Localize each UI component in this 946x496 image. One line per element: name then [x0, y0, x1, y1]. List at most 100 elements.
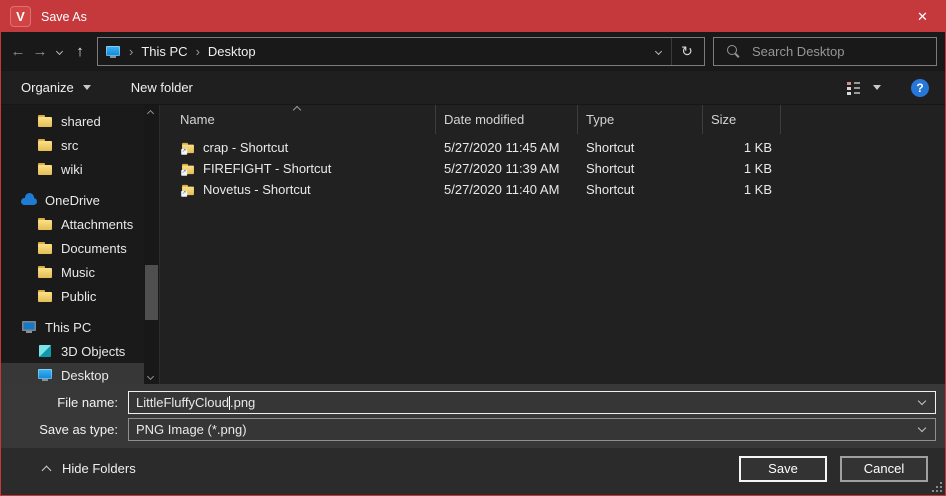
breadcrumb-separator: › — [129, 44, 133, 59]
3d-objects-cube-icon — [37, 343, 53, 359]
sidebar-item-label: Attachments — [61, 217, 133, 232]
folder-icon — [37, 240, 53, 256]
save-as-dialog: V Save As ✕ ← → ↑ › This PC › Desktop ↻ … — [0, 0, 946, 496]
chevron-down-icon — [55, 48, 62, 55]
recent-locations-button[interactable] — [51, 40, 67, 64]
search-icon — [726, 44, 742, 60]
back-button[interactable]: ← — [7, 40, 29, 64]
main-area: shared src wiki OneDrive Attachments Doc… — [1, 105, 945, 384]
sidebar-item-label: shared — [61, 114, 101, 129]
sidebar-item-attachments[interactable]: Attachments — [1, 212, 144, 236]
file-name-cell: Novetus - Shortcut — [160, 182, 436, 198]
file-date-cell: 5/27/2020 11:40 AM — [436, 182, 578, 197]
close-button[interactable]: ✕ — [900, 1, 945, 32]
sidebar-item-label: This PC — [45, 320, 91, 335]
file-name-value-before-caret: LittleFluffyCloud — [136, 395, 229, 410]
sidebar-item-src[interactable]: src — [1, 133, 144, 157]
folder-tree-sidebar: shared src wiki OneDrive Attachments Doc… — [1, 105, 144, 384]
folder-shortcut-icon — [181, 162, 195, 176]
chevron-down-icon — [654, 48, 661, 55]
up-button[interactable]: ↑ — [69, 40, 91, 64]
this-pc-icon — [21, 319, 37, 335]
chevron-up-icon — [42, 465, 52, 475]
folder-shortcut-icon — [181, 141, 195, 155]
view-options-dropdown[interactable] — [873, 85, 881, 90]
file-size-cell: 1 KB — [703, 161, 781, 176]
chevron-down-icon[interactable] — [918, 397, 926, 405]
file-name-text: FIREFIGHT - Shortcut — [203, 161, 331, 176]
save-as-type-select[interactable]: PNG Image (*.png) — [128, 418, 936, 441]
sidebar-scrollbar[interactable] — [144, 105, 159, 384]
dropdown-triangle-icon — [83, 85, 91, 90]
organize-button[interactable]: Organize — [21, 80, 91, 95]
search-input[interactable] — [752, 44, 928, 59]
column-header-row: Name Date modified Type Size — [160, 105, 945, 134]
sidebar-item-label: Documents — [61, 241, 127, 256]
file-list: Name Date modified Type Size crap - Shor… — [159, 105, 945, 384]
folder-icon — [37, 113, 53, 129]
save-as-type-label: Save as type: — [1, 422, 128, 437]
refresh-button[interactable]: ↻ — [672, 38, 702, 65]
folder-icon — [37, 137, 53, 153]
address-dropdown-button[interactable] — [645, 38, 671, 65]
forward-button[interactable]: → — [29, 40, 51, 64]
hide-folders-label: Hide Folders — [62, 461, 136, 476]
details-view-button[interactable] — [845, 80, 861, 96]
scroll-down-icon[interactable] — [147, 373, 154, 380]
save-fields-panel: File name: LittleFluffyCloud.png Save as… — [1, 384, 945, 448]
sidebar-item-3d-objects[interactable]: 3D Objects — [1, 339, 144, 363]
sidebar-item-this-pc[interactable]: This PC — [1, 315, 144, 339]
folder-icon — [37, 161, 53, 177]
onedrive-cloud-icon — [21, 192, 37, 208]
file-name-value-after-caret: .png — [230, 395, 255, 410]
scroll-up-icon[interactable] — [147, 110, 154, 117]
new-folder-label: New folder — [131, 80, 193, 95]
file-name-input[interactable]: LittleFluffyCloud.png — [128, 391, 936, 414]
file-row[interactable]: Novetus - Shortcut 5/27/2020 11:40 AM Sh… — [160, 179, 945, 200]
desktop-icon — [37, 367, 53, 383]
cancel-button[interactable]: Cancel — [840, 456, 928, 482]
folder-icon — [37, 264, 53, 280]
chevron-down-icon[interactable] — [918, 424, 926, 432]
new-folder-button[interactable]: New folder — [131, 80, 193, 95]
file-row[interactable]: crap - Shortcut 5/27/2020 11:45 AM Short… — [160, 137, 945, 158]
column-header-date-modified[interactable]: Date modified — [436, 105, 578, 134]
sidebar-item-onedrive[interactable]: OneDrive — [1, 188, 144, 212]
navigation-bar: ← → ↑ › This PC › Desktop ↻ — [1, 32, 945, 71]
vivaldi-logo-icon: V — [10, 6, 31, 27]
file-row[interactable]: FIREFIGHT - Shortcut 5/27/2020 11:39 AM … — [160, 158, 945, 179]
save-as-type-value: PNG Image (*.png) — [136, 422, 247, 437]
sidebar-item-wiki[interactable]: wiki — [1, 157, 144, 181]
search-box[interactable] — [713, 37, 937, 66]
sidebar-item-shared[interactable]: shared — [1, 109, 144, 133]
sidebar-item-label: 3D Objects — [61, 344, 125, 359]
toolbar-right-group: ? — [845, 79, 929, 97]
sidebar-item-documents[interactable]: Documents — [1, 236, 144, 260]
desktop-icon — [105, 44, 121, 60]
scrollbar-thumb[interactable] — [145, 265, 158, 320]
address-bar[interactable]: › This PC › Desktop ↻ — [97, 37, 705, 66]
file-name-cell: FIREFIGHT - Shortcut — [160, 161, 436, 177]
sidebar-item-label: wiki — [61, 162, 83, 177]
file-size-cell: 1 KB — [703, 182, 781, 197]
file-type-cell: Shortcut — [578, 140, 703, 155]
breadcrumb-desktop[interactable]: Desktop — [208, 44, 256, 59]
breadcrumb-this-pc[interactable]: This PC — [141, 44, 187, 59]
titlebar: V Save As ✕ — [1, 1, 945, 32]
column-header-label: Name — [180, 112, 215, 127]
save-button[interactable]: Save — [739, 456, 827, 482]
hide-folders-button[interactable]: Hide Folders — [43, 461, 136, 476]
dialog-footer: Hide Folders Save Cancel — [1, 448, 945, 495]
column-header-size[interactable]: Size — [703, 105, 781, 134]
sidebar-item-label: src — [61, 138, 78, 153]
sidebar-item-label: Public — [61, 289, 96, 304]
file-date-cell: 5/27/2020 11:39 AM — [436, 161, 578, 176]
shortcut-arrow-icon — [181, 169, 187, 175]
sidebar-item-music[interactable]: Music — [1, 260, 144, 284]
sidebar-item-public[interactable]: Public — [1, 284, 144, 308]
shortcut-arrow-icon — [181, 148, 187, 154]
help-button[interactable]: ? — [911, 79, 929, 97]
column-header-type[interactable]: Type — [578, 105, 703, 134]
column-header-name[interactable]: Name — [160, 105, 436, 134]
resize-grip[interactable] — [932, 482, 942, 492]
